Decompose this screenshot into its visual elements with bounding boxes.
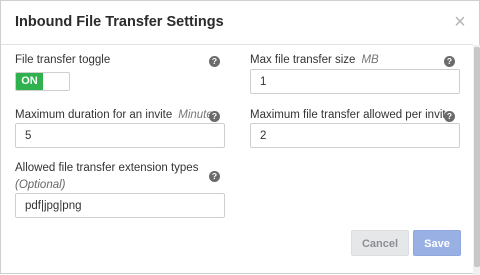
max-duration-label-text: Maximum duration for an invite xyxy=(15,109,173,121)
file-transfer-toggle-label: File transfer toggle xyxy=(15,54,111,66)
max-file-size-input[interactable] xyxy=(250,69,460,94)
extensions-input[interactable] xyxy=(15,193,225,218)
inbound-file-transfer-settings-dialog: Inbound File Transfer Settings × File tr… xyxy=(0,0,480,275)
max-duration-input[interactable] xyxy=(15,123,225,148)
save-button[interactable]: Save xyxy=(413,230,461,256)
help-icon[interactable]: ? xyxy=(209,171,220,182)
file-transfer-toggle[interactable]: ON xyxy=(15,72,70,91)
toggle-on-state: ON xyxy=(16,73,43,90)
cancel-button[interactable]: Cancel xyxy=(351,230,409,256)
scrollbar-thumb[interactable] xyxy=(474,47,480,267)
close-icon[interactable]: × xyxy=(452,12,468,32)
extensions-optional-note: (Optional) xyxy=(15,179,66,191)
help-icon[interactable]: ? xyxy=(209,111,220,122)
max-file-size-unit: MB xyxy=(361,54,379,66)
extensions-label: Allowed file transfer extension types xyxy=(15,162,199,174)
dialog-title: Inbound File Transfer Settings xyxy=(15,14,224,30)
dialog-header: Inbound File Transfer Settings × xyxy=(1,1,473,45)
max-per-invite-label: Maximum file transfer allowed per invite xyxy=(250,109,452,121)
max-duration-label: Maximum duration for an invite Minutes xyxy=(15,109,219,121)
max-file-size-label: Max file transfer size MB xyxy=(250,54,379,66)
help-icon[interactable]: ? xyxy=(444,111,455,122)
help-icon[interactable]: ? xyxy=(209,56,220,67)
max-file-size-label-text: Max file transfer size xyxy=(250,54,356,66)
help-icon[interactable]: ? xyxy=(444,56,455,67)
max-per-invite-input[interactable] xyxy=(250,123,460,148)
